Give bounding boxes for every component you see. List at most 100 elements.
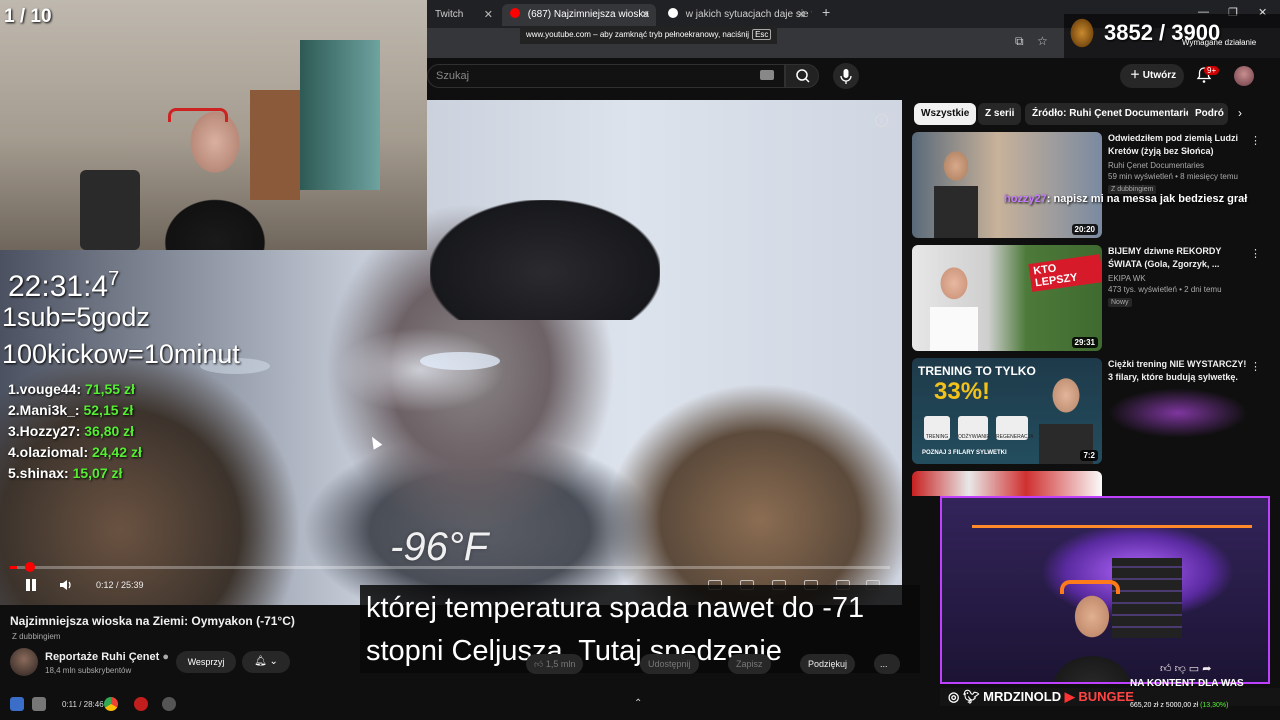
thanks-button[interactable]: Podziękuj: [800, 654, 856, 674]
recommendation-meta: 59 min wyświetleń • 8 miesięcy temu: [1108, 172, 1238, 181]
chevron-up-icon[interactable]: ⌃: [634, 698, 642, 709]
support-button[interactable]: Wesprzyj: [176, 651, 236, 673]
leaderboard-row: 4.olaziomal: 24,42 zł: [8, 444, 142, 460]
chevron-right-icon[interactable]: ›: [1238, 106, 1242, 120]
notification-badge: 9+: [1204, 66, 1220, 75]
dislike-icon: 👎︎: [1174, 663, 1186, 675]
recommendation-item[interactable]: TRENING TO TYLKO 33%! TRENING ODŻYWIANIE…: [912, 358, 1272, 464]
recommendation-channel[interactable]: EKIPA WK: [1108, 274, 1146, 283]
chip-all[interactable]: Wszystkie: [914, 103, 977, 125]
more-vert-icon[interactable]: ⋮: [1250, 134, 1261, 147]
channel-avatar[interactable]: [10, 648, 38, 676]
recommendation-title[interactable]: Ciężki trening NIE WYSTARCZY! 3 filary, …: [1108, 358, 1248, 384]
new-tab-button[interactable]: +: [822, 4, 830, 20]
video-thumbnail[interactable]: KTO LEPSZY 29:31: [912, 245, 1102, 351]
like-button[interactable]: 👍︎ 1,5 mln: [526, 654, 584, 674]
social-handle: MRDZINOLD: [983, 689, 1062, 704]
leaderboard-row: 5.shinax: 15,07 zł: [8, 465, 122, 481]
speaker-icon[interactable]: [32, 697, 46, 711]
headset-icon: [1060, 580, 1120, 594]
leaderboard-amount: 24,42 zł: [92, 444, 142, 460]
close-icon[interactable]: ✕: [484, 4, 493, 26]
install-icon[interactable]: ⧉: [1015, 34, 1024, 49]
recommendation-item[interactable]: [912, 471, 1272, 496]
video-progress-bar[interactable]: [10, 562, 890, 572]
channel-name[interactable]: Reportaże Ruhi Çenet ●: [45, 651, 169, 663]
thumbnail-text: KTO LEPSZY: [1028, 254, 1102, 292]
search-input[interactable]: Szukaj: [427, 64, 785, 88]
video-thumbnail[interactable]: TRENING TO TYLKO 33%! TRENING ODŻYWIANIE…: [912, 358, 1102, 464]
tab-twitch[interactable]: Twitch ✕: [427, 4, 499, 26]
voice-search-button[interactable]: [833, 63, 859, 89]
account-avatar[interactable]: [1234, 66, 1254, 86]
recommendation-item[interactable]: KTO LEPSZY 29:31 BIJEMY dziwne REKORDY Ś…: [912, 245, 1272, 351]
dubbing-label: Z dubbingiem: [12, 632, 61, 641]
verified-icon: ●: [162, 651, 170, 663]
duration-badge: 7:2: [1080, 450, 1098, 461]
duration-badge: 20:20: [1071, 224, 1098, 235]
twitter-icon: 🐦︎: [962, 689, 980, 704]
video-thumbnail[interactable]: [912, 471, 1102, 496]
leaderboard-user: 5.shinax:: [8, 465, 69, 481]
new-badge: Nowy: [1108, 298, 1132, 307]
chip-series[interactable]: Z serii: [978, 103, 1022, 125]
create-button[interactable]: ＋ Utwórz: [1120, 64, 1184, 88]
screen: Twitch ✕ (687) Najzimniejsza wioska ✕ w …: [0, 0, 1280, 720]
thumbnail-percent: 33%!: [934, 378, 991, 405]
app-icon[interactable]: [134, 697, 148, 711]
search-icon: [796, 69, 810, 83]
recommendation-title[interactable]: BIJEMY dziwne REKORDY ŚWIATA (Gola, Zgor…: [1108, 245, 1248, 271]
leaderboard-amount: 15,07 zł: [72, 465, 123, 481]
star-icon[interactable]: ☆: [1037, 34, 1048, 48]
mic-icon: [840, 69, 852, 84]
second-webcam: [940, 496, 1270, 684]
duration-badge: 29:31: [1071, 337, 1098, 348]
subscribed-bell-button[interactable]: 🔔︎ ⌄: [242, 651, 290, 673]
taskbar-time: 0:11 / 28:46: [62, 700, 104, 709]
thumbnail-item: TRENING: [924, 416, 950, 440]
fullscreen-toast-text: www.youtube.com – aby zamknąć tryb pełno…: [526, 30, 750, 39]
leaderboard-row: 1.vouge44: 71,55 zł: [8, 381, 135, 397]
streamer-webcam: [0, 0, 427, 250]
chip-source[interactable]: Źródło: Ruhi Çenet Documentaries: [1025, 103, 1205, 125]
keyboard-icon[interactable]: [760, 70, 774, 80]
recommendation-channel[interactable]: Ruhi Çenet Documentaries: [1108, 161, 1204, 170]
create-label: Utwórz: [1142, 70, 1177, 81]
instagram-icon: ◎: [948, 689, 960, 704]
share-button[interactable]: Udostępnij: [640, 654, 699, 674]
youtube-icon: ▶: [1064, 689, 1075, 704]
save-button[interactable]: Zapisz: [728, 654, 771, 674]
fullscreen-toast: www.youtube.com – aby zamknąć tryb pełno…: [520, 26, 778, 44]
info-icon[interactable]: i: [875, 114, 888, 127]
video-frame-hair: [430, 200, 660, 320]
recommendation-title[interactable]: Odwiedziłem pod ziemią Ludzi Kretów (żyj…: [1108, 132, 1248, 158]
leaderboard-user: 1.vouge44:: [8, 381, 82, 397]
close-icon[interactable]: ✕: [641, 4, 650, 26]
video-frame-eyebrow-frost: [420, 352, 500, 370]
leaderboard-amount: 52,15 zł: [83, 402, 134, 418]
video-temperature-text: -96°F: [390, 525, 489, 569]
video-thumbnail[interactable]: 20:20: [912, 132, 1102, 238]
pause-button[interactable]: [24, 578, 38, 592]
volume-icon[interactable]: [58, 577, 74, 593]
more-actions-button[interactable]: ...: [874, 654, 900, 674]
leaderboard-user: 3.Hozzy27:: [8, 423, 81, 439]
leaderboard-row: 2.Mani3k_: 52,15 zł: [8, 402, 133, 418]
close-icon[interactable]: ✕: [797, 4, 806, 26]
comment-icon: ▭: [1188, 663, 1200, 675]
search-button[interactable]: [785, 64, 819, 88]
recommendation-item[interactable]: 20:20 Odwiedziłem pod ziemią Ludzi Kretó…: [912, 132, 1272, 238]
tab-google[interactable]: w jakich sytuacjach daje sie fen ✕: [660, 4, 812, 26]
thumbnail-text: TRENING TO TYLKO: [918, 364, 1036, 378]
more-vert-icon[interactable]: ⋮: [1250, 360, 1261, 373]
chip-travel[interactable]: Podró: [1188, 103, 1228, 125]
steam-icon[interactable]: [162, 697, 176, 711]
subtitle-line: której temperatura spada nawet do -71: [366, 592, 865, 624]
progress-scrubber[interactable]: [25, 562, 36, 572]
more-vert-icon[interactable]: ⋮: [1250, 247, 1261, 260]
tab-youtube[interactable]: (687) Najzimniejsza wioska ✕: [502, 4, 656, 26]
pause-icon[interactable]: [10, 697, 24, 711]
thumbnail-person: [932, 142, 980, 238]
donation-amount: 665,20 zł z 5000,00 zł: [1130, 702, 1199, 709]
chrome-icon[interactable]: [104, 697, 118, 711]
